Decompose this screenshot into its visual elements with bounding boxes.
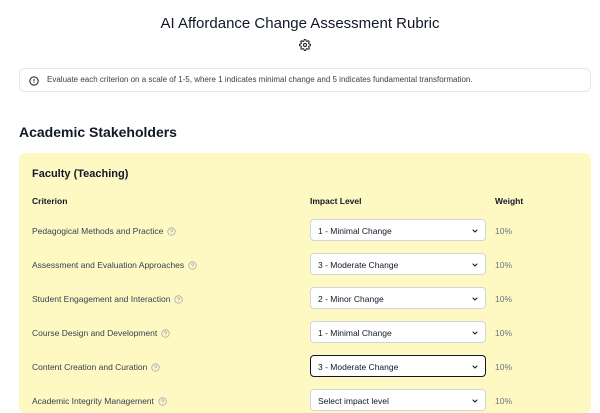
criterion-label: Content Creation and Curation	[32, 362, 160, 372]
weight-value: 10%	[495, 260, 513, 270]
criterion-text: Academic Integrity Management	[32, 396, 154, 406]
faculty-teaching-card: Faculty (Teaching) Criterion Impact Leve…	[19, 153, 591, 413]
select-value: Select impact level	[318, 396, 389, 406]
criterion-text: Student Engagement and Interaction	[32, 294, 171, 304]
table-row: Student Engagement and Interaction 2 - M…	[19, 287, 591, 311]
criterion-label: Assessment and Evaluation Approaches	[32, 260, 197, 270]
select-value: 3 - Moderate Change	[318, 362, 399, 372]
card-title: Faculty (Teaching)	[32, 168, 129, 180]
info-text: Evaluate each criterion on a scale of 1-…	[47, 75, 473, 84]
impact-level-select[interactable]: 2 - Minor Change	[310, 287, 486, 309]
select-value: 3 - Moderate Change	[318, 260, 399, 270]
help-circle-icon[interactable]	[174, 294, 184, 304]
info-banner: Evaluate each criterion on a scale of 1-…	[19, 68, 591, 92]
weight-value: 10%	[495, 328, 513, 338]
criterion-label: Academic Integrity Management	[32, 396, 167, 406]
chevron-down-icon	[472, 399, 478, 403]
section-title: Academic Stakeholders	[19, 124, 177, 140]
help-circle-icon[interactable]	[167, 226, 176, 236]
select-value: 1 - Minimal Change	[318, 226, 392, 236]
column-header-impact-level: Impact Level	[310, 196, 362, 206]
header: AI Affordance Change Assessment Rubric	[0, 0, 600, 60]
table-row: Academic Integrity Management Select imp…	[19, 389, 591, 413]
help-circle-icon[interactable]	[188, 260, 197, 270]
help-circle-icon[interactable]	[158, 396, 167, 406]
impact-level-select[interactable]: Select impact level	[310, 389, 486, 411]
chevron-down-icon	[472, 263, 478, 267]
info-icon	[29, 76, 39, 86]
select-value: 1 - Minimal Change	[318, 328, 392, 338]
column-header-criterion: Criterion	[32, 196, 68, 206]
select-value: 2 - Minor Change	[318, 294, 384, 304]
help-circle-icon[interactable]	[161, 328, 170, 338]
impact-level-select[interactable]: 3 - Moderate Change	[310, 253, 486, 275]
weight-value: 10%	[495, 226, 513, 236]
column-header-weight: Weight	[495, 196, 524, 206]
help-circle-icon[interactable]	[151, 362, 160, 372]
page-title: AI Affordance Change Assessment Rubric	[160, 15, 440, 32]
criterion-text: Course Design and Development	[32, 328, 158, 338]
impact-level-select[interactable]: 1 - Minimal Change	[310, 321, 486, 343]
weight-value: 10%	[495, 396, 513, 406]
impact-level-select[interactable]: 3 - Moderate Change	[310, 355, 486, 377]
impact-level-select[interactable]: 1 - Minimal Change	[310, 219, 486, 241]
weight-value: 10%	[495, 362, 513, 372]
criterion-label: Student Engagement and Interaction	[32, 294, 184, 304]
criterion-text: Content Creation and Curation	[32, 362, 148, 372]
chevron-down-icon	[472, 331, 478, 335]
table-row: Pedagogical Methods and Practice 1 - Min…	[19, 219, 591, 243]
table-row: Content Creation and Curation 3 - Modera…	[19, 355, 591, 379]
criterion-label: Course Design and Development	[32, 328, 170, 338]
criterion-text: Pedagogical Methods and Practice	[32, 226, 164, 236]
chevron-down-icon	[472, 297, 478, 301]
gear-icon[interactable]	[299, 39, 311, 51]
criterion-text: Assessment and Evaluation Approaches	[32, 260, 185, 270]
table-row: Assessment and Evaluation Approaches 3 -…	[19, 253, 591, 277]
chevron-down-icon	[472, 365, 478, 369]
criterion-label: Pedagogical Methods and Practice	[32, 226, 176, 236]
table-row: Course Design and Development 1 - Minima…	[19, 321, 591, 345]
weight-value: 10%	[495, 294, 513, 304]
chevron-down-icon	[472, 229, 478, 233]
